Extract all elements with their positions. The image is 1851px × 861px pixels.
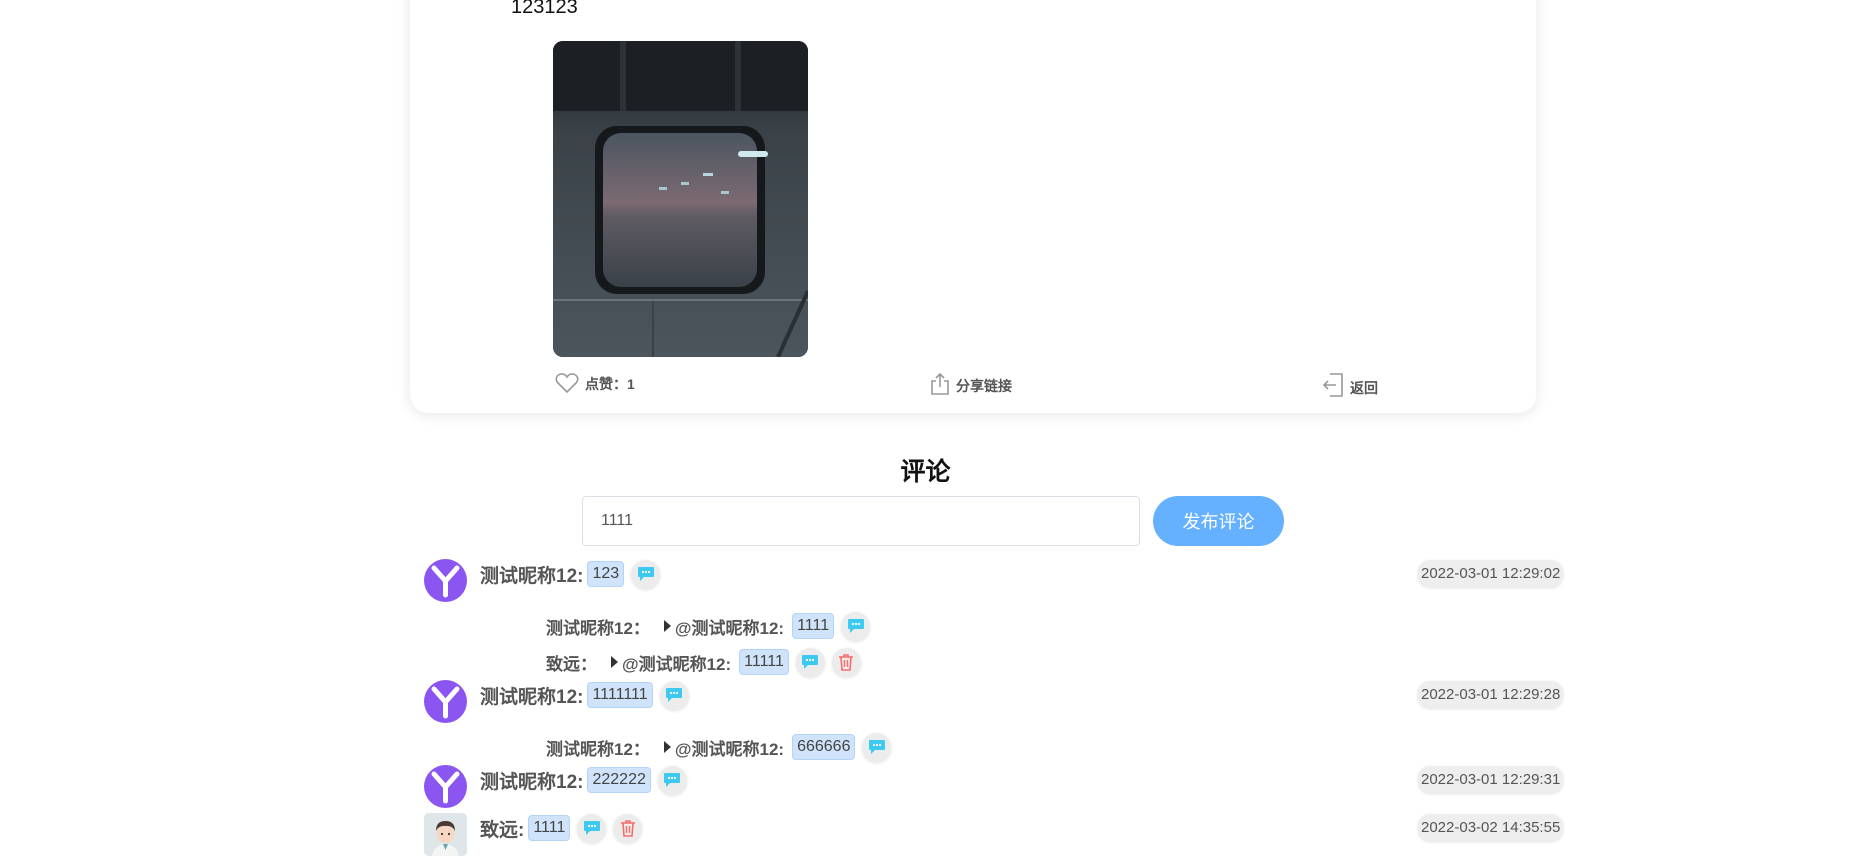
like-label: 点赞：1 (585, 376, 635, 392)
share-link-button[interactable]: 分享链接 (930, 372, 1012, 396)
like-button[interactable]: 点赞：1 (555, 372, 635, 394)
comment-item: 致远: 1111 (480, 813, 643, 843)
reply-target: @测试昵称12: (622, 654, 732, 674)
post-image[interactable] (553, 41, 808, 357)
reply-item: 测试昵称12： @测试昵称12: 666666 (546, 732, 892, 762)
comment-bubble-icon (583, 821, 600, 835)
reply-button[interactable] (657, 765, 687, 795)
comment-author: 测试昵称12: (480, 565, 584, 587)
avatar-logo-icon (431, 771, 460, 804)
reply-author: 测试昵称12： (546, 618, 650, 638)
comment-input[interactable] (582, 496, 1140, 546)
delete-button[interactable] (831, 647, 861, 677)
comment-content: 1111 (528, 815, 571, 841)
reply-button[interactable] (631, 559, 661, 589)
reply-target: @测试昵称12: (674, 618, 785, 638)
share-link-label: 分享链接 (956, 378, 1012, 394)
reply-author: 致远： (546, 654, 597, 674)
reply-button[interactable] (862, 732, 892, 762)
caret-right-icon (611, 656, 618, 668)
avatar-logo-icon (431, 565, 460, 598)
avatar[interactable] (424, 813, 467, 856)
submit-comment-button[interactable]: 发布评论 (1153, 496, 1284, 546)
delete-button[interactable] (613, 813, 643, 843)
caret-right-icon (663, 620, 671, 632)
comment-bubble-icon (868, 740, 885, 754)
reply-content: 11111 (739, 649, 789, 675)
comment-timestamp: 2022-03-01 12:29:02 (1418, 560, 1564, 587)
avatar-logo-icon (431, 686, 460, 719)
comment-content: 123 (587, 561, 625, 587)
comment-content: 222222 (587, 767, 651, 793)
heart-icon (555, 373, 579, 394)
comment-bubble-icon (847, 619, 864, 633)
reply-content: 666666 (792, 734, 856, 760)
share-icon (931, 372, 949, 395)
comment-bubble-icon (664, 773, 681, 787)
reply-item: 致远： @测试昵称12: 11111 (546, 647, 861, 677)
comment-timestamp: 2022-03-02 14:35:55 (1418, 814, 1564, 841)
user-avatar-cartoon-icon (424, 813, 467, 856)
comment-author: 致远: (480, 819, 525, 841)
exit-icon (1322, 373, 1343, 397)
trash-icon (839, 654, 854, 671)
comment-bubble-icon (666, 688, 683, 702)
comment-item: 测试昵称12: 222222 (480, 765, 687, 795)
comment-bubble-icon (802, 655, 819, 669)
reply-item: 测试昵称12： @测试昵称12: 1111 (546, 611, 871, 641)
reply-button[interactable] (577, 813, 607, 843)
comment-timestamp: 2022-03-01 12:29:31 (1418, 766, 1564, 793)
reply-button[interactable] (659, 680, 689, 710)
trash-icon (620, 820, 635, 837)
post-text: 123123 (511, 0, 578, 18)
ship-window-photo (553, 41, 808, 357)
comment-bubble-icon (637, 567, 654, 581)
comment-author: 测试昵称12: (480, 771, 584, 793)
back-button[interactable]: 返回 (1322, 372, 1378, 398)
comments-title: 评论 (900, 458, 951, 486)
comment-item: 测试昵称12: 123 (480, 559, 661, 589)
caret-right-icon (663, 741, 671, 753)
comment-timestamp: 2022-03-01 12:29:28 (1418, 681, 1564, 708)
avatar[interactable] (424, 765, 467, 808)
reply-content: 1111 (792, 613, 835, 639)
back-label: 返回 (1350, 380, 1378, 396)
comment-author: 测试昵称12: (480, 686, 584, 708)
reply-button[interactable] (795, 647, 825, 677)
reply-author: 测试昵称12： (546, 739, 650, 759)
avatar[interactable] (424, 559, 467, 602)
avatar[interactable] (424, 680, 467, 723)
reply-target: @测试昵称12: (674, 739, 785, 759)
comment-content: 1111111 (587, 682, 653, 708)
comment-item: 测试昵称12: 1111111 (480, 680, 689, 710)
reply-button[interactable] (841, 611, 871, 641)
